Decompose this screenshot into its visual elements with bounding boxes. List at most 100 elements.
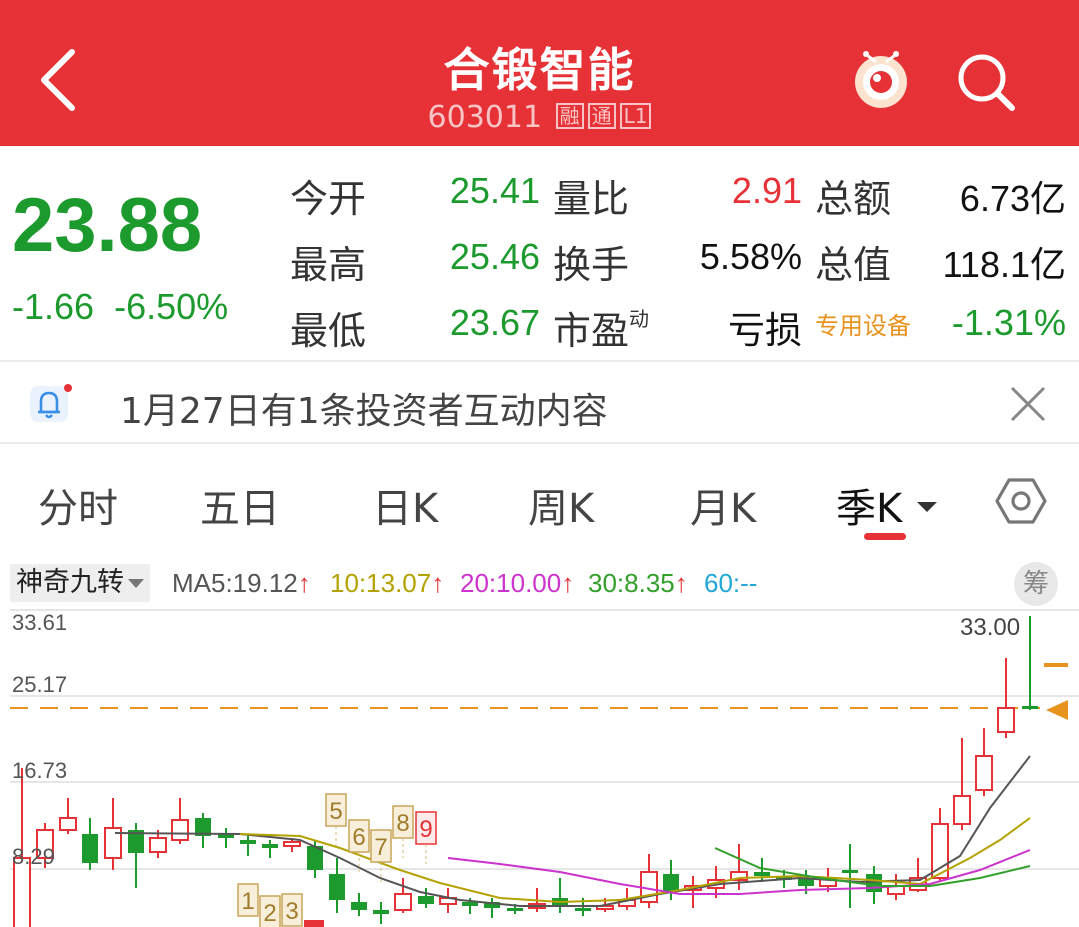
ma5-value: MA5:19.12↑ — [172, 568, 311, 599]
current-price: 23.88 — [12, 183, 203, 268]
ma30-text: 30:8.35 — [588, 568, 675, 598]
candle-body — [418, 896, 434, 904]
volume-ratio-value: 2.91 — [731, 170, 802, 211]
connect-tag: 通 — [587, 103, 616, 129]
ma10-text: 10:13.07 — [330, 568, 432, 598]
indicator-selector-label: 神奇九转 — [16, 567, 124, 598]
nine-turn-marker — [304, 920, 324, 927]
candle-body — [351, 902, 367, 910]
candle-body — [663, 874, 679, 892]
turnover-rate-value: 5.58% — [699, 236, 802, 277]
y-axis-label: 16.73 — [12, 758, 68, 783]
tab-intraday[interactable]: 分时 — [38, 476, 118, 534]
up-arrow-icon: ↑ — [431, 568, 445, 598]
candle-body — [462, 902, 478, 906]
divider — [0, 360, 1079, 362]
high-price-label: 33.00 — [960, 614, 1021, 641]
turnover-rate-label: 换手 — [553, 243, 630, 287]
candle-body — [329, 874, 345, 900]
chip-distribution-button[interactable]: 筹 — [1014, 562, 1058, 606]
chevron-down-icon — [916, 502, 937, 512]
period-tabs: 分时 五日 日K 周K 月K 季K — [0, 446, 1079, 550]
nine-turn-number: 7 — [374, 834, 387, 861]
change-percent: -6.50% — [114, 286, 229, 327]
bell-icon — [30, 384, 72, 422]
tab-daily-k[interactable]: 日K — [372, 476, 438, 534]
kline-canvas: 56 78 9 1 2 3 — [10, 609, 1079, 927]
nine-turn-number: 2 — [263, 900, 276, 927]
candle-body — [953, 795, 971, 825]
level1-tag: L1 — [619, 103, 652, 129]
high-value: 25.46 — [449, 236, 540, 277]
up-arrow-icon: ↑ — [674, 568, 688, 598]
candle-body — [1022, 706, 1038, 709]
candle-body — [283, 841, 301, 847]
ma5-text: MA5:19.12 — [172, 568, 298, 598]
tab-monthly-k[interactable]: 月K — [690, 476, 756, 534]
pe-dynamic-mark: 动 — [629, 307, 650, 331]
margin-tag: 融 — [555, 103, 584, 129]
investor-notice-bar[interactable]: 1月27日有1条投资者互动内容 — [0, 364, 1079, 442]
nine-turn-number: 5 — [329, 798, 342, 825]
nine-turn-number: 6 — [352, 824, 365, 851]
active-tab-indicator — [864, 533, 906, 540]
candle-body — [754, 872, 770, 876]
candle-body — [59, 817, 77, 831]
industry-link[interactable]: 专用设备 — [815, 306, 911, 341]
candle-body — [997, 707, 1015, 733]
candle-body — [866, 874, 882, 892]
candle-body — [575, 908, 591, 911]
tab-five-day[interactable]: 五日 — [200, 476, 280, 534]
candle-body — [507, 908, 523, 911]
y-axis-label: 25.17 — [12, 672, 68, 697]
pe-value: 亏损 — [728, 309, 802, 352]
indicator-selector[interactable]: 神奇九转 — [10, 564, 150, 602]
caret-down-icon — [128, 579, 144, 588]
gear-icon[interactable] — [994, 474, 1048, 528]
mascot-assistant-icon[interactable] — [846, 44, 916, 114]
price-change: -1.66 -6.50% — [12, 286, 228, 328]
high-label: 最高 — [290, 243, 367, 287]
turnover-amount-value: 6.73亿 — [959, 178, 1066, 219]
ma60-value: 60:-- — [704, 568, 758, 598]
candle-body — [171, 819, 189, 841]
stock-code: 603011 — [427, 100, 543, 135]
stock-name: 合锻智能 — [443, 43, 636, 97]
app-header: 合锻智能 603011 融通 L1 — [0, 0, 1079, 146]
y-axis-label: 33.61 — [12, 610, 68, 635]
close-icon[interactable] — [1006, 382, 1050, 426]
change-amount: -1.66 — [12, 286, 95, 327]
candle-body — [394, 893, 412, 911]
turnover-amount-label: 总额 — [815, 177, 892, 221]
candle-body — [842, 870, 858, 873]
candle-body — [149, 837, 167, 853]
tab-weekly-k[interactable]: 周K — [528, 476, 594, 534]
volume-ratio-label: 量比 — [553, 177, 630, 221]
industry-change-value: -1.31% — [951, 302, 1066, 343]
search-icon[interactable] — [952, 48, 1020, 116]
kline-chart[interactable]: 56789 123 33.61 25.17 16.73 8.29 33.00 — [0, 608, 1079, 927]
market-cap-value: 118.1亿 — [942, 244, 1066, 285]
up-arrow-icon: ↑ — [561, 568, 575, 598]
quote-panel: 23.88 -1.66 -6.50% 今开 25.41 量比 2.91 总额 6… — [0, 146, 1079, 362]
ma10-value: 10:13.07↑ — [330, 568, 444, 599]
up-arrow-icon: ↑ — [297, 568, 311, 598]
low-label: 最低 — [290, 309, 367, 353]
low-value: 23.67 — [449, 302, 540, 343]
candle-body — [240, 840, 256, 844]
ma30-value: 30:8.35↑ — [588, 568, 688, 599]
nine-turn-number: 8 — [396, 810, 409, 837]
pe-label: 市盈动 — [553, 300, 649, 355]
divider — [0, 442, 1079, 444]
stock-code-row: 603011 融通 L1 — [0, 100, 1079, 135]
tab-quarterly-k[interactable]: 季K — [836, 476, 939, 534]
ma20-value: 20:10.00↑ — [460, 568, 574, 599]
market-cap-label: 总值 — [815, 243, 892, 287]
current-price-marker — [1046, 700, 1068, 720]
indicator-row: 神奇九转 MA5:19.12↑ 10:13.07↑ 20:10.00↑ 30:8… — [0, 558, 1079, 608]
nine-turn-number: 9 — [419, 816, 432, 843]
nine-turn-number: 1 — [241, 888, 254, 915]
candle-body — [373, 910, 389, 914]
tab-quarterly-k-label: 季K — [836, 486, 903, 532]
nine-turn-number: 3 — [285, 898, 298, 925]
